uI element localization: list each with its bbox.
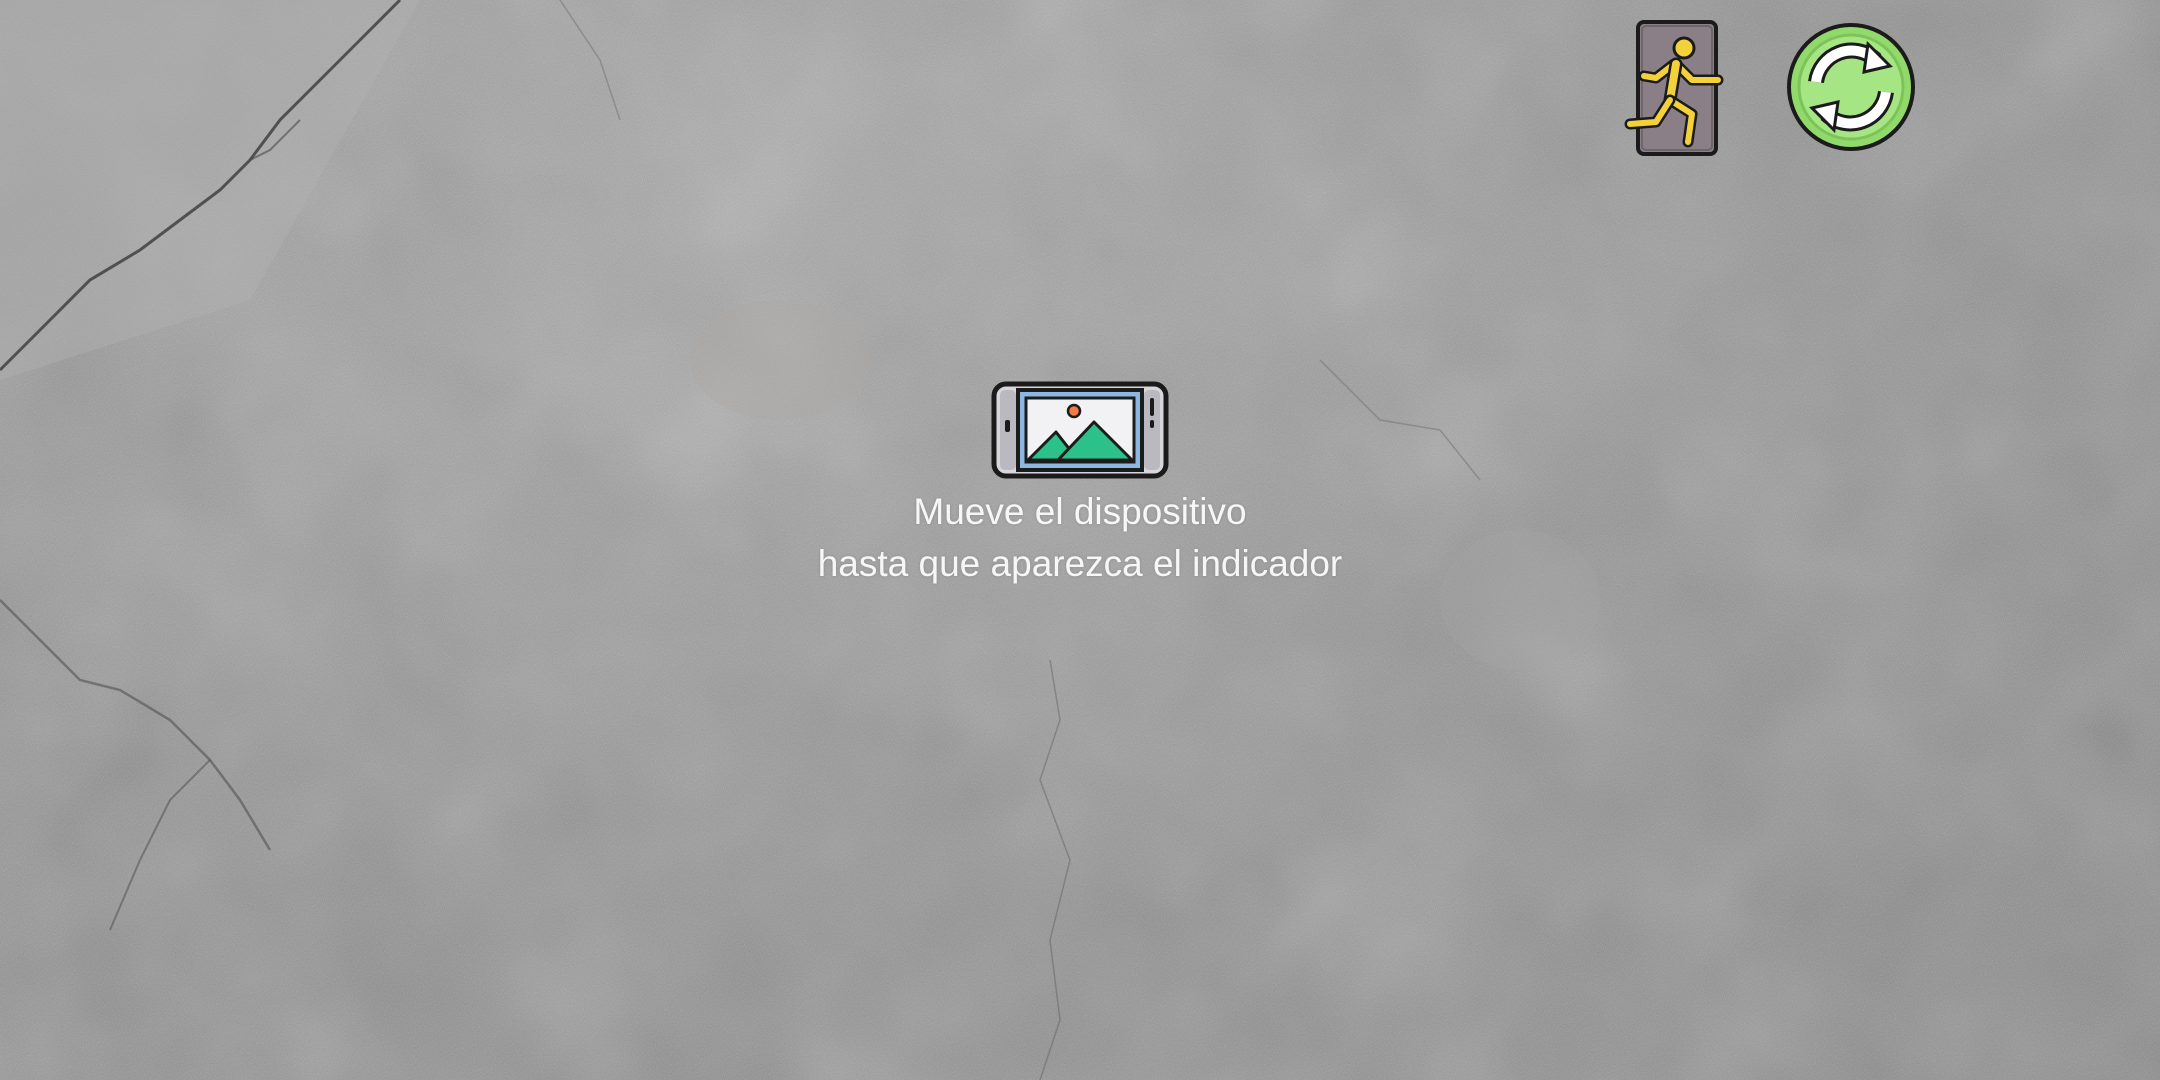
hint-line-1: Mueve el dispositivo <box>913 491 1247 532</box>
refresh-button[interactable] <box>1786 22 1916 152</box>
hint-message: Mueve el dispositivo hasta que aparezca … <box>680 486 1480 590</box>
exit-button[interactable] <box>1622 18 1730 158</box>
hint-line-2: hasta que aparezca el indicador <box>817 543 1343 584</box>
phone-landscape-image-icon <box>990 380 1170 480</box>
refresh-icon <box>1787 23 1915 151</box>
emergency-exit-icon <box>1624 20 1724 156</box>
